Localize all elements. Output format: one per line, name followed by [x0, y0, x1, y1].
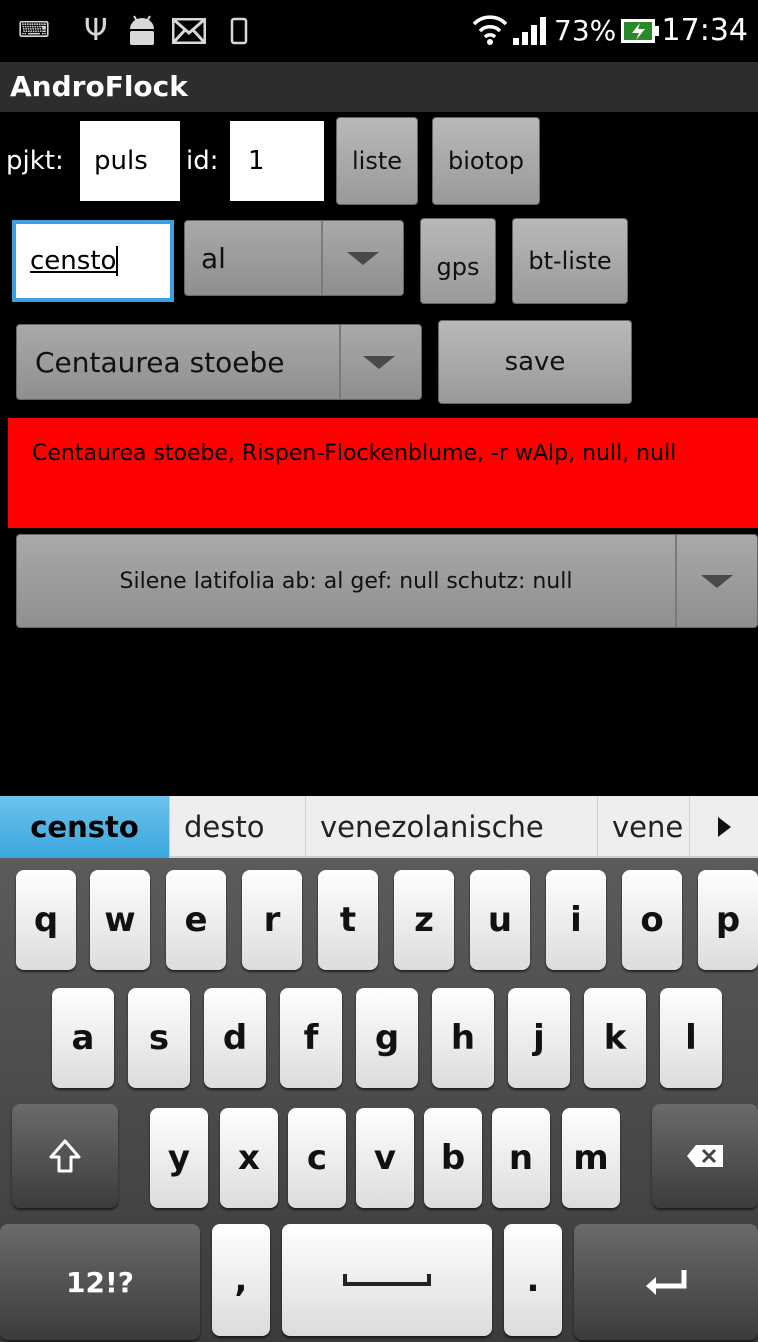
- key-q[interactable]: q: [16, 870, 76, 970]
- key-o[interactable]: o: [622, 870, 682, 970]
- key-n[interactable]: n: [492, 1108, 550, 1208]
- shift-key[interactable]: [12, 1104, 118, 1208]
- gps-button[interactable]: gps: [420, 218, 496, 304]
- backspace-icon: [687, 1145, 723, 1167]
- key-z[interactable]: z: [394, 870, 454, 970]
- species-spinner-value: Centaurea stoebe: [35, 345, 285, 379]
- mail-icon: [171, 0, 207, 66]
- key-l[interactable]: l: [660, 988, 722, 1088]
- backspace-key[interactable]: [652, 1104, 758, 1208]
- pjkt-field[interactable]: puls: [80, 121, 180, 201]
- signal-icon: [512, 0, 548, 68]
- chevron-down-icon: [363, 356, 395, 369]
- key-r[interactable]: r: [242, 870, 302, 970]
- species-spinner[interactable]: Centaurea stoebe: [16, 324, 422, 400]
- space-key[interactable]: [282, 1224, 492, 1336]
- liste-button[interactable]: liste: [336, 117, 418, 205]
- symbols-key[interactable]: 12!?: [0, 1224, 200, 1340]
- key-x[interactable]: x: [220, 1108, 278, 1208]
- filter-spinner[interactable]: al: [184, 220, 404, 296]
- key-k[interactable]: k: [584, 988, 646, 1088]
- soft-keyboard: q w e r t z u i o p a s d f g h j k l y …: [0, 858, 758, 1342]
- key-c[interactable]: c: [288, 1108, 346, 1208]
- key-d[interactable]: d: [204, 988, 266, 1088]
- key-comma[interactable]: ,: [212, 1224, 270, 1336]
- biotop-button[interactable]: biotop: [432, 117, 540, 205]
- key-h[interactable]: h: [432, 988, 494, 1088]
- usb-icon: Ψ: [84, 13, 108, 48]
- key-a[interactable]: a: [52, 988, 114, 1088]
- key-g[interactable]: g: [356, 988, 418, 1088]
- key-v[interactable]: v: [356, 1108, 414, 1208]
- filter-spinner-value: al: [201, 241, 226, 275]
- key-b[interactable]: b: [424, 1108, 482, 1208]
- phone-icon: [230, 0, 248, 67]
- chevron-down-icon: [701, 575, 733, 588]
- keyboard-icon: ⌨: [18, 18, 50, 43]
- key-w[interactable]: w: [90, 870, 150, 970]
- search-input-text: censto: [30, 246, 117, 276]
- key-j[interactable]: j: [508, 988, 570, 1088]
- key-t[interactable]: t: [318, 870, 378, 970]
- key-u[interactable]: u: [470, 870, 530, 970]
- key-i[interactable]: i: [546, 870, 606, 970]
- key-m[interactable]: m: [562, 1108, 620, 1208]
- save-button[interactable]: save: [438, 320, 632, 404]
- status-bar: ⌨ Ψ 73% 17:34: [0, 0, 758, 62]
- suggestion-item[interactable]: censto: [0, 796, 170, 858]
- key-period[interactable]: .: [504, 1224, 562, 1336]
- clock: 17:34: [661, 13, 748, 48]
- bt-liste-button[interactable]: bt-liste: [512, 218, 628, 304]
- key-e[interactable]: e: [166, 870, 226, 970]
- wifi-icon: [472, 0, 508, 68]
- record-spinner[interactable]: Silene latifolia ab: al gef: null schutz…: [16, 534, 758, 628]
- android-icon: [124, 0, 160, 71]
- search-input[interactable]: censto: [12, 220, 174, 302]
- species-info-text: Centaurea stoebe, Rispen-Flockenblume, -…: [8, 418, 758, 528]
- key-p[interactable]: p: [698, 870, 758, 970]
- shift-arrow-icon: [49, 1139, 81, 1173]
- key-s[interactable]: s: [128, 988, 190, 1088]
- id-field[interactable]: 1: [230, 121, 324, 201]
- spacebar-icon: [343, 1274, 431, 1286]
- suggestion-item[interactable]: vene: [598, 796, 690, 858]
- record-spinner-value: Silene latifolia ab: al gef: null schutz…: [119, 568, 573, 594]
- app-title: AndroFlock: [10, 70, 188, 103]
- pjkt-label: pjkt:: [6, 146, 64, 176]
- id-label: id:: [186, 146, 219, 176]
- battery-icon: [620, 0, 660, 66]
- enter-icon: [646, 1270, 687, 1295]
- battery-percent: 73%: [554, 14, 617, 47]
- enter-key[interactable]: [574, 1224, 758, 1340]
- key-y[interactable]: y: [150, 1108, 208, 1208]
- suggestion-item[interactable]: venezolanische: [306, 796, 598, 858]
- suggestion-bar: censto desto venezolanische vene: [0, 796, 758, 858]
- chevron-down-icon: [347, 252, 379, 265]
- key-f[interactable]: f: [280, 988, 342, 1088]
- suggestion-item[interactable]: desto: [170, 796, 306, 858]
- title-bar: AndroFlock: [0, 62, 758, 112]
- text-cursor: [116, 246, 119, 276]
- more-suggestions-arrow-icon[interactable]: [690, 796, 758, 858]
